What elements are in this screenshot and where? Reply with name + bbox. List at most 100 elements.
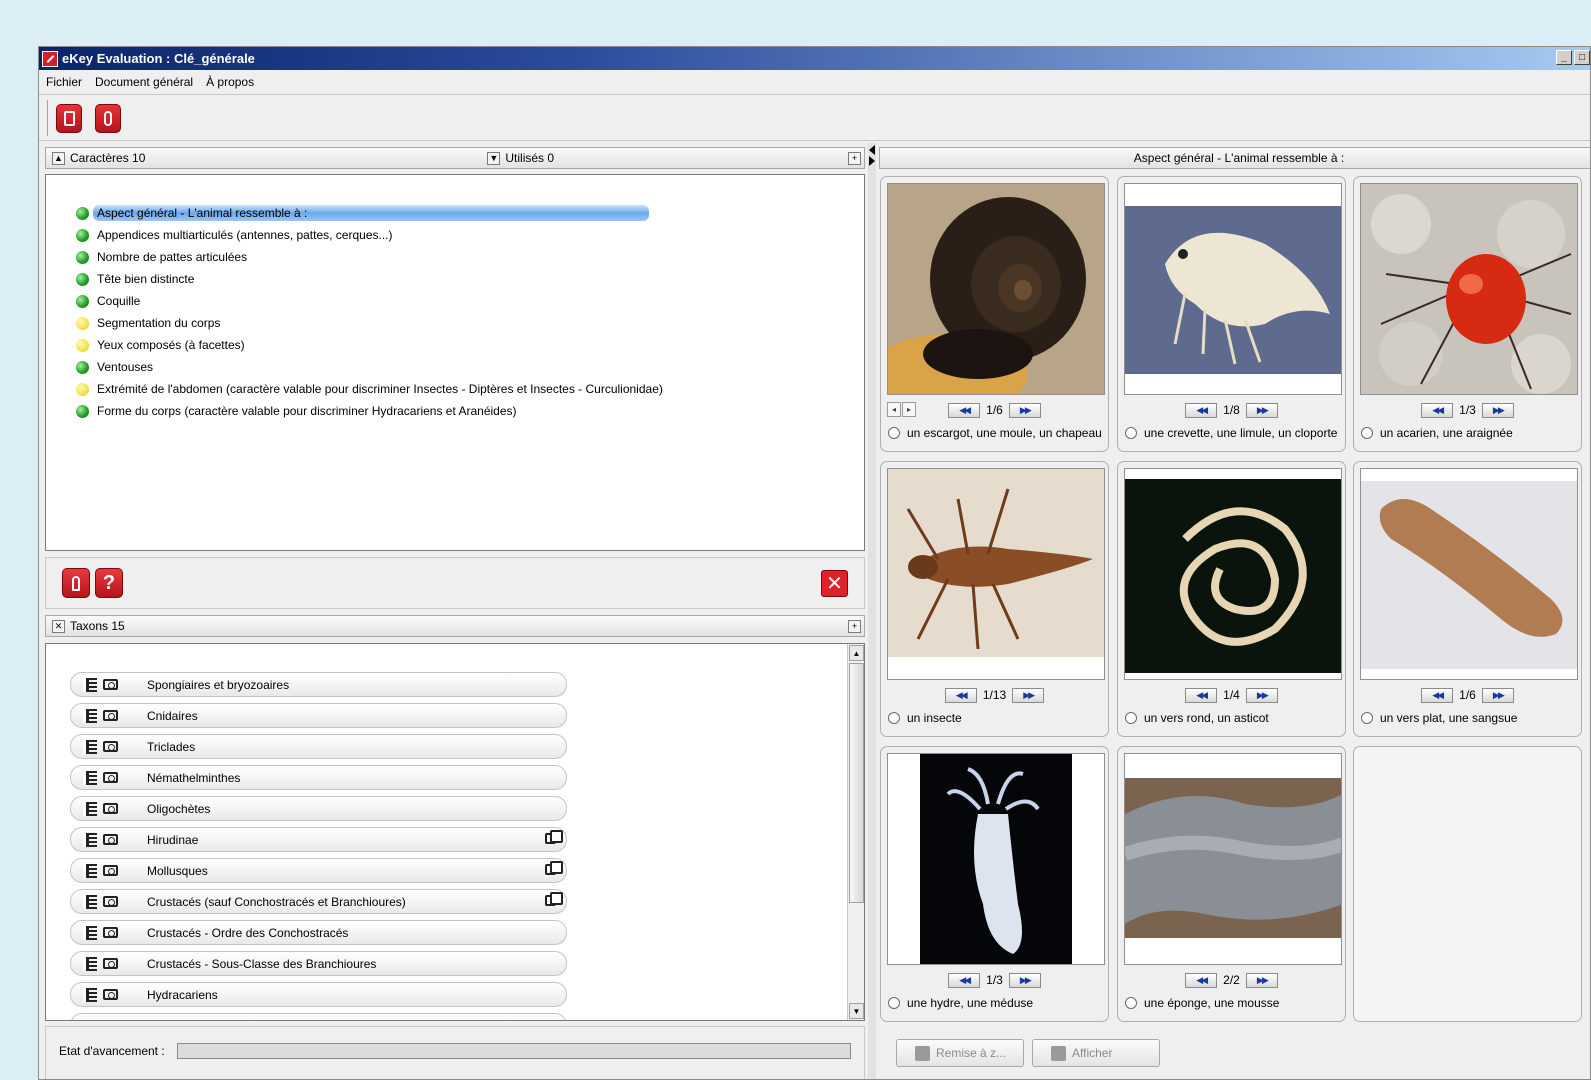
maximize-button[interactable]: □ (1574, 50, 1590, 65)
list-icon[interactable] (83, 708, 97, 723)
list-icon[interactable] (83, 677, 97, 692)
prev-image-button[interactable]: ◀◀ (1185, 972, 1218, 988)
copy-icon[interactable] (545, 861, 563, 875)
prev-image-button[interactable]: ◀◀ (944, 687, 977, 703)
prev-image-button[interactable]: ◀◀ (1185, 687, 1218, 703)
camera-icon[interactable] (103, 989, 118, 1000)
camera-icon[interactable] (103, 679, 118, 690)
state-card[interactable]: ◀◀ 1/13 ▶▶ un insecte (880, 461, 1109, 737)
snail-image[interactable] (887, 183, 1105, 395)
camera-icon[interactable] (103, 710, 118, 721)
character-item[interactable]: Segmentation du corps (76, 313, 220, 333)
character-item[interactable]: Tête bien distincte (76, 269, 194, 289)
state-option[interactable]: un vers plat, une sangsue (1361, 711, 1577, 725)
list-icon[interactable] (83, 987, 97, 1002)
state-card[interactable]: ◀◀ 1/6 ▶▶ un vers plat, une sangsue (1353, 461, 1582, 737)
character-item[interactable]: Ventouses (76, 357, 153, 377)
flatworm-image[interactable] (1360, 468, 1578, 680)
next-image-button[interactable]: ▶▶ (1481, 687, 1514, 703)
title-bar[interactable]: eKey Evaluation : Clé_générale _ □ (39, 47, 1590, 70)
camera-icon[interactable] (103, 927, 118, 938)
list-icon[interactable] (83, 956, 97, 971)
taxon-row[interactable]: Crustacés (sauf Conchostracés et Branchi… (70, 889, 567, 914)
camera-icon[interactable] (103, 896, 118, 907)
scroll-down-button[interactable]: ▼ (849, 1003, 864, 1019)
mite-image[interactable] (1360, 183, 1578, 395)
list-icon[interactable] (83, 925, 97, 940)
expand-taxa-button[interactable]: + (848, 619, 861, 633)
state-option[interactable]: un vers rond, un asticot (1125, 711, 1341, 725)
copy-icon[interactable] (545, 892, 563, 906)
expand-characters-button[interactable]: + (848, 151, 861, 165)
state-option[interactable]: un acarien, une araignée (1361, 426, 1577, 440)
sponge-image[interactable] (1124, 753, 1342, 965)
character-item[interactable]: Extrémité de l'abdomen (caractère valabl… (76, 379, 663, 399)
camera-icon[interactable] (103, 865, 118, 876)
list-icon[interactable] (83, 894, 97, 909)
state-option[interactable]: un insecte (888, 711, 1104, 725)
menu-a-propos[interactable]: À propos (206, 75, 254, 89)
camera-icon[interactable] (103, 803, 118, 814)
state-radio[interactable] (888, 427, 900, 439)
next-image-button[interactable]: ▶▶ (1245, 687, 1278, 703)
state-option[interactable]: une hydre, une méduse (888, 996, 1104, 1010)
list-icon[interactable] (83, 832, 97, 847)
key-button[interactable] (62, 568, 90, 598)
menu-document-general[interactable]: Document général (95, 75, 193, 89)
taxon-row[interactable]: Cnidaires (70, 703, 567, 728)
state-radio[interactable] (1125, 712, 1137, 724)
state-card[interactable]: ◀◀ 1/3 ▶▶ une hydre, une méduse (880, 746, 1109, 1022)
list-icon[interactable] (83, 770, 97, 785)
list-icon[interactable] (83, 801, 97, 816)
open-document-button[interactable] (56, 103, 82, 133)
state-radio[interactable] (1125, 997, 1137, 1009)
state-card[interactable]: ◀◀ 2/2 ▶▶ une éponge, une mousse (1117, 746, 1346, 1022)
next-image-button[interactable]: ▶▶ (1245, 972, 1278, 988)
clear-button[interactable]: ✕ (821, 570, 848, 597)
taxon-row[interactable]: Spongiaires et bryozoaires (70, 672, 567, 697)
taxon-row[interactable]: Némathelminthes (70, 765, 567, 790)
state-radio[interactable] (888, 997, 900, 1009)
state-card[interactable]: ◀◀ 1/4 ▶▶ un vers rond, un asticot (1117, 461, 1346, 737)
state-radio[interactable] (1361, 712, 1373, 724)
camera-icon[interactable] (103, 741, 118, 752)
state-card[interactable]: ◀◀ 1/8 ▶▶ une crevette, une limule, un c… (1117, 176, 1346, 452)
taxon-row[interactable]: Oligochètes (70, 796, 567, 821)
character-item[interactable]: Forme du corps (caractère valable pour d… (76, 401, 517, 421)
collapse-characters-button[interactable]: ▲ (52, 151, 65, 165)
show-button[interactable]: Afficher (1032, 1039, 1160, 1067)
camera-icon[interactable] (103, 772, 118, 783)
pane-splitter[interactable] (868, 143, 876, 1079)
hydra-image[interactable] (887, 753, 1105, 965)
prev-image-button[interactable]: ◀◀ (948, 402, 981, 418)
next-image-button[interactable]: ▶▶ (1012, 687, 1045, 703)
scroll-thumb[interactable] (849, 663, 864, 903)
attachment-button[interactable] (95, 103, 121, 133)
taxon-row[interactable]: Crustacés - Ordre des Conchostracés (70, 920, 567, 945)
next-image-button[interactable]: ▶▶ (1245, 402, 1278, 418)
prev-image-button[interactable]: ◀◀ (1185, 402, 1218, 418)
list-icon[interactable] (83, 863, 97, 878)
character-item[interactable]: Coquille (76, 291, 140, 311)
insect-image[interactable] (887, 468, 1105, 680)
prev-image-button[interactable]: ◀◀ (1421, 687, 1454, 703)
state-radio[interactable] (888, 712, 900, 724)
state-option[interactable]: un escargot, une moule, un chapeau c (888, 426, 1104, 440)
taxon-row[interactable]: Mollusques (70, 858, 567, 883)
character-item[interactable]: Aspect général - L'animal ressemble à : (76, 203, 649, 223)
collapse-left-icon[interactable] (869, 145, 875, 155)
scroll-up-button[interactable]: ▲ (849, 645, 864, 661)
reset-button[interactable]: Remise à z... (896, 1039, 1024, 1067)
state-card[interactable]: ◂ ▸ ◀◀ 1/6 ▶▶ un escargot, une moule, un… (880, 176, 1109, 452)
state-option[interactable]: une crevette, une limule, un cloporte (1125, 426, 1341, 440)
shrimp-image[interactable] (1124, 183, 1342, 395)
collapse-right-icon[interactable] (869, 156, 875, 166)
camera-icon[interactable] (103, 958, 118, 969)
prev-image-button[interactable]: ◀◀ (948, 972, 981, 988)
character-item[interactable]: Yeux composés (à facettes) (76, 335, 245, 355)
taxon-row[interactable]: Triclades (70, 734, 567, 759)
list-icon[interactable] (83, 739, 97, 754)
state-card[interactable]: ◀◀ 1/3 ▶▶ un acarien, une araignée (1353, 176, 1582, 452)
copy-icon[interactable] (545, 830, 563, 844)
taxon-row[interactable]: Hydracariens (70, 982, 567, 1007)
